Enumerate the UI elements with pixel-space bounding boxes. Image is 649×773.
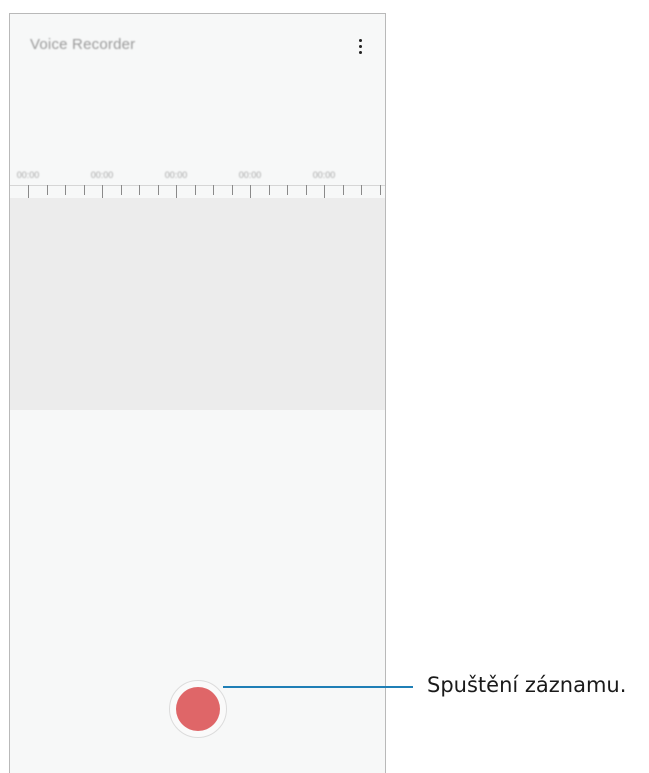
ruler-tick xyxy=(305,185,307,195)
ruler-tick xyxy=(157,185,159,195)
waveform-area xyxy=(10,198,385,410)
ruler-tick xyxy=(65,185,66,195)
ruler-tick xyxy=(194,185,196,195)
ruler-tick xyxy=(83,185,85,195)
ruler-tick xyxy=(231,185,233,195)
callout-label: Spuštění záznamu. xyxy=(427,673,627,697)
time-label: 00:00 xyxy=(16,170,40,180)
ruler-tick xyxy=(213,185,214,195)
phone-screen: Voice Recorder 00:00 00:00 00:00 00:00 00:00 xyxy=(9,13,386,773)
ruler-tick xyxy=(379,185,381,195)
ruler-baseline xyxy=(10,185,385,186)
ruler-tick xyxy=(139,185,140,195)
ruler-tick xyxy=(46,185,48,195)
record-icon xyxy=(176,687,220,731)
time-label: 00:00 xyxy=(164,170,188,180)
ruler-tick xyxy=(342,185,344,195)
more-dot xyxy=(358,50,362,54)
more-options-icon[interactable] xyxy=(353,35,367,57)
callout-line xyxy=(223,686,413,688)
record-button[interactable] xyxy=(169,680,227,738)
time-label: 00:00 xyxy=(312,170,336,180)
time-label: 00:00 xyxy=(90,170,114,180)
time-label: 00:00 xyxy=(238,170,262,180)
ruler-tick xyxy=(361,185,362,195)
more-dot xyxy=(358,38,362,42)
ruler-tick xyxy=(287,185,288,195)
app-title: Voice Recorder xyxy=(30,36,136,53)
ruler-tick xyxy=(268,185,270,195)
more-dot xyxy=(358,44,362,48)
ruler-tick xyxy=(120,185,122,195)
